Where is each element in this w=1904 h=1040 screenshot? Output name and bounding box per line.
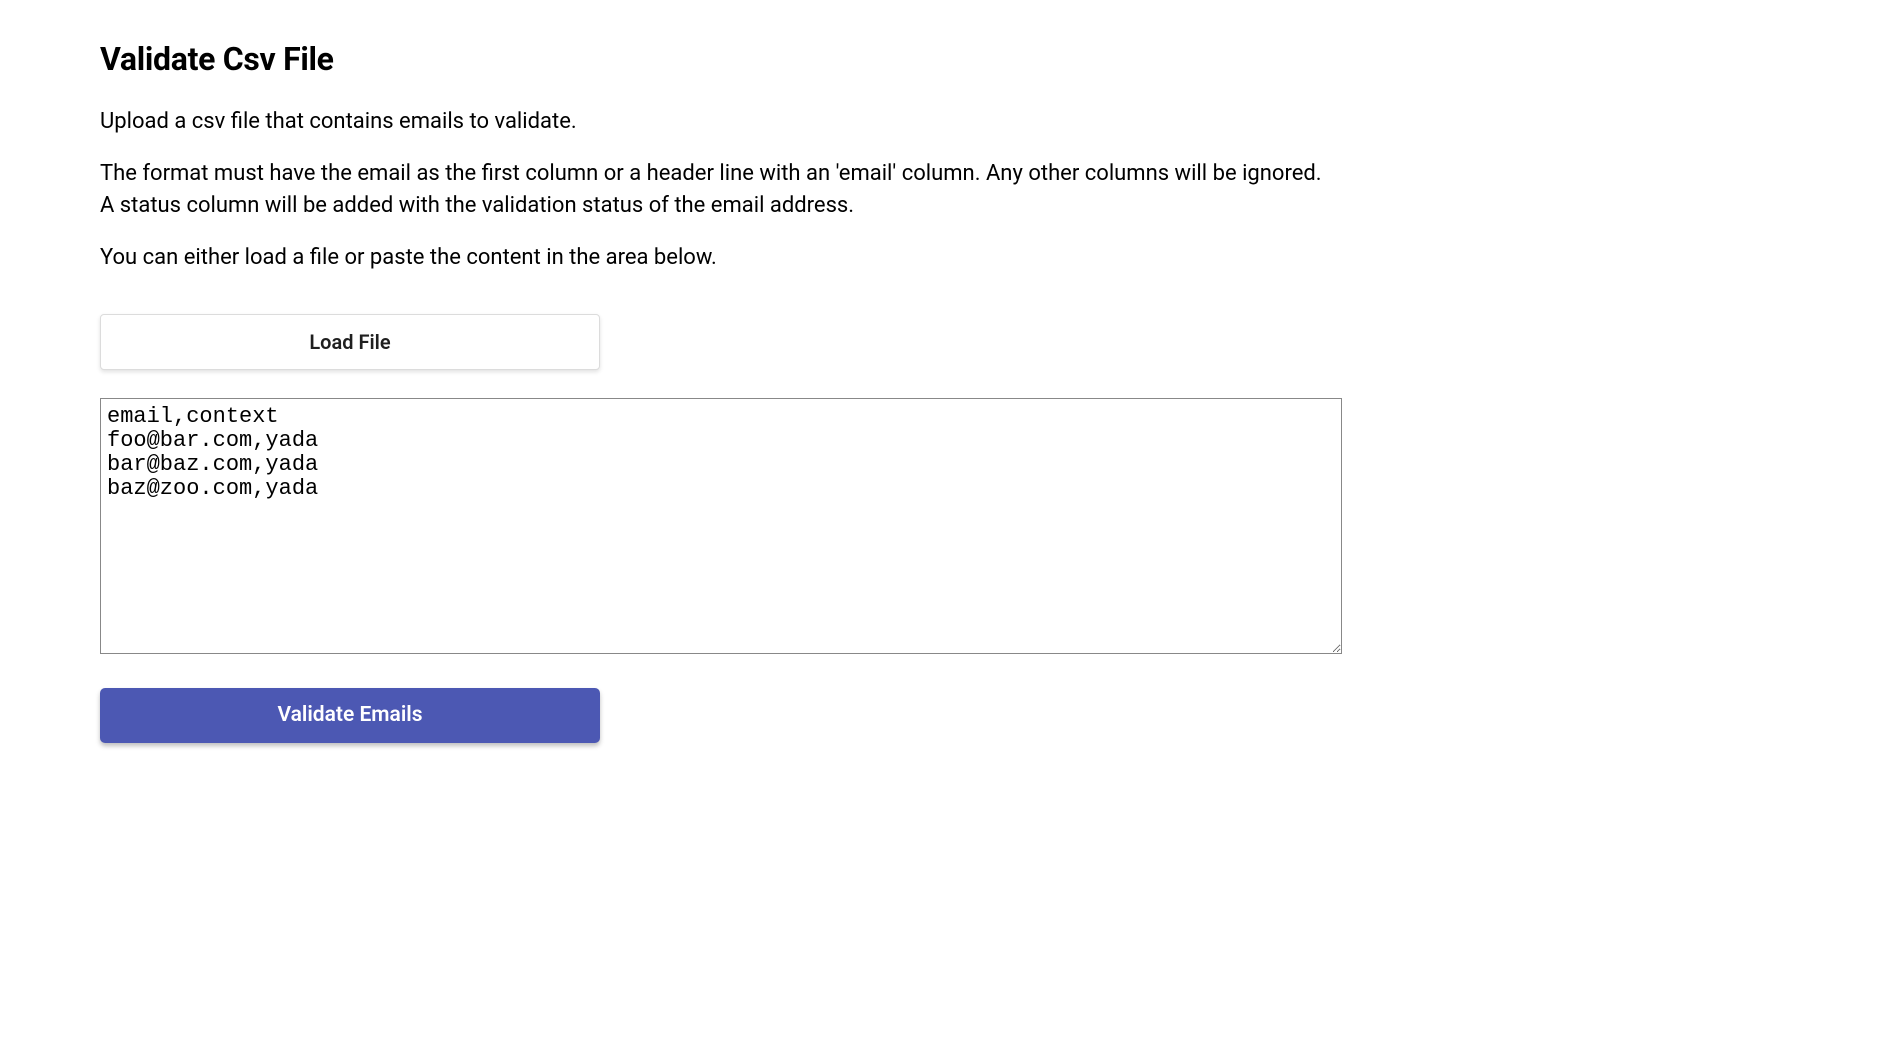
load-file-button[interactable]: Load File	[100, 314, 600, 370]
description-paragraph-1: Upload a csv file that contains emails t…	[100, 106, 1340, 138]
validate-emails-button-label: Validate Emails	[277, 703, 422, 727]
page-title: Validate Csv File	[100, 40, 1804, 78]
controls-section: Load File Validate Emails	[100, 314, 1804, 743]
validate-emails-button[interactable]: Validate Emails	[100, 688, 600, 743]
description-paragraph-2: The format must have the email as the fi…	[100, 158, 1340, 222]
description-paragraph-3: You can either load a file or paste the …	[100, 242, 1340, 274]
load-file-button-label: Load File	[309, 330, 390, 354]
csv-content-textarea[interactable]	[100, 398, 1342, 654]
